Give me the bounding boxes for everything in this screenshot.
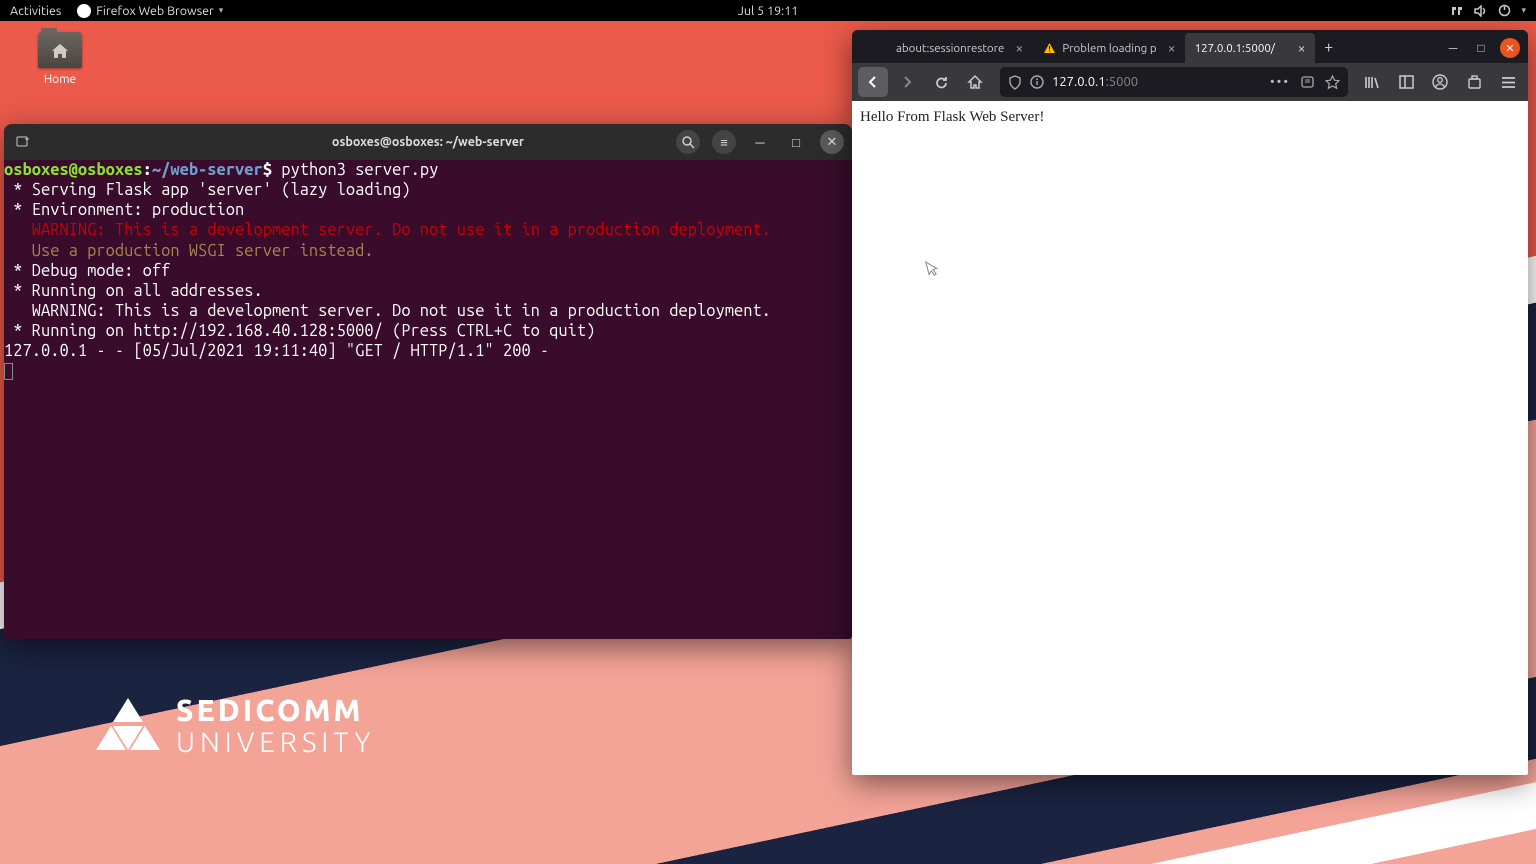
sidebar-icon[interactable] (1392, 68, 1420, 96)
menu-button[interactable]: ≡ (712, 130, 736, 154)
shield-icon[interactable] (1008, 75, 1022, 90)
search-button[interactable] (676, 130, 700, 154)
reader-icon[interactable] (1300, 75, 1315, 89)
info-icon[interactable] (1030, 75, 1044, 89)
new-tab-button[interactable]: + (1315, 38, 1343, 56)
close-icon[interactable]: × (1010, 40, 1028, 56)
minimize-button[interactable]: ─ (1444, 39, 1462, 57)
clock[interactable]: Jul 5 19:11 (738, 4, 799, 18)
reload-button[interactable] (926, 67, 956, 97)
tab-label: Problem loading p (1062, 42, 1156, 55)
tab-label: about:sessionrestore (896, 42, 1004, 55)
tab-localhost[interactable]: 127.0.0.1:5000/ × (1185, 33, 1315, 63)
logo-line-2: UNIVERSITY (176, 727, 375, 758)
browser-viewport[interactable]: Hello From Flask Web Server! (852, 101, 1528, 775)
close-button[interactable]: ✕ (1500, 38, 1520, 58)
maximize-button[interactable]: □ (1472, 39, 1490, 57)
tab-problem-loading[interactable]: Problem loading p × (1032, 33, 1184, 63)
terminal-titlebar[interactable]: osboxes@osboxes: ~/web-server ≡ ─ □ ✕ (4, 124, 852, 160)
mouse-pointer-icon (919, 257, 942, 283)
firefox-window: about:sessionrestore × Problem loading p… (852, 30, 1528, 775)
gnome-top-panel: Activities Firefox Web Browser ▾ Jul 5 1… (0, 0, 1536, 21)
tab-bar: about:sessionrestore × Problem loading p… (852, 30, 1528, 63)
back-button[interactable] (858, 67, 888, 97)
cursor (4, 363, 13, 380)
maximize-button[interactable]: □ (784, 130, 808, 154)
terminal-title: osboxes@osboxes: ~/web-server (332, 135, 524, 149)
navigation-toolbar: 127.0.0.1:5000 ••• (852, 63, 1528, 101)
triangle-logo-icon (96, 698, 160, 754)
network-icon[interactable] (1450, 5, 1464, 17)
folder-icon (38, 32, 82, 68)
terminal-window: osboxes@osboxes: ~/web-server ≡ ─ □ ✕ os… (4, 124, 852, 639)
new-tab-button[interactable] (12, 131, 34, 153)
tab-sessionrestore[interactable]: about:sessionrestore × (886, 33, 1032, 63)
minimize-button[interactable]: ─ (748, 130, 772, 154)
account-icon[interactable] (1426, 68, 1454, 96)
firefox-icon (77, 4, 91, 18)
terminal-content[interactable]: osboxes@osboxes:~/web-server$ python3 se… (4, 160, 852, 381)
forward-button[interactable] (892, 67, 922, 97)
chevron-down-icon[interactable]: ▾ (1521, 5, 1526, 16)
power-icon[interactable] (1498, 4, 1511, 17)
page-text: Hello From Flask Web Server! (860, 109, 1044, 125)
activities-button[interactable]: Activities (10, 4, 61, 18)
extension-icon[interactable] (1460, 68, 1488, 96)
bookmark-star-icon[interactable] (1325, 75, 1340, 90)
home-folder-label: Home (44, 73, 76, 86)
tab-label: 127.0.0.1:5000/ (1195, 42, 1275, 55)
close-icon[interactable]: × (1293, 40, 1311, 56)
library-icon[interactable] (1358, 68, 1386, 96)
menu-icon[interactable] (1494, 68, 1522, 96)
close-icon[interactable]: × (1163, 40, 1181, 56)
close-button[interactable]: ✕ (820, 130, 844, 154)
volume-icon[interactable] (1474, 5, 1488, 17)
app-menu-label: Firefox Web Browser (96, 4, 214, 18)
warning-icon (1042, 41, 1056, 55)
url-host: 127.0.0.1 (1052, 75, 1106, 89)
home-button[interactable] (960, 67, 990, 97)
sedicomm-logo: SEDICOMM UNIVERSITY (96, 693, 375, 758)
app-menu[interactable]: Firefox Web Browser ▾ (77, 4, 223, 18)
logo-line-1: SEDICOMM (176, 693, 375, 727)
home-folder-desktop-icon[interactable]: Home (30, 32, 90, 86)
chevron-down-icon: ▾ (219, 5, 224, 16)
url-port: :5000 (1106, 75, 1139, 89)
more-actions-icon[interactable]: ••• (1270, 75, 1290, 89)
url-bar[interactable]: 127.0.0.1:5000 ••• (1000, 67, 1348, 97)
